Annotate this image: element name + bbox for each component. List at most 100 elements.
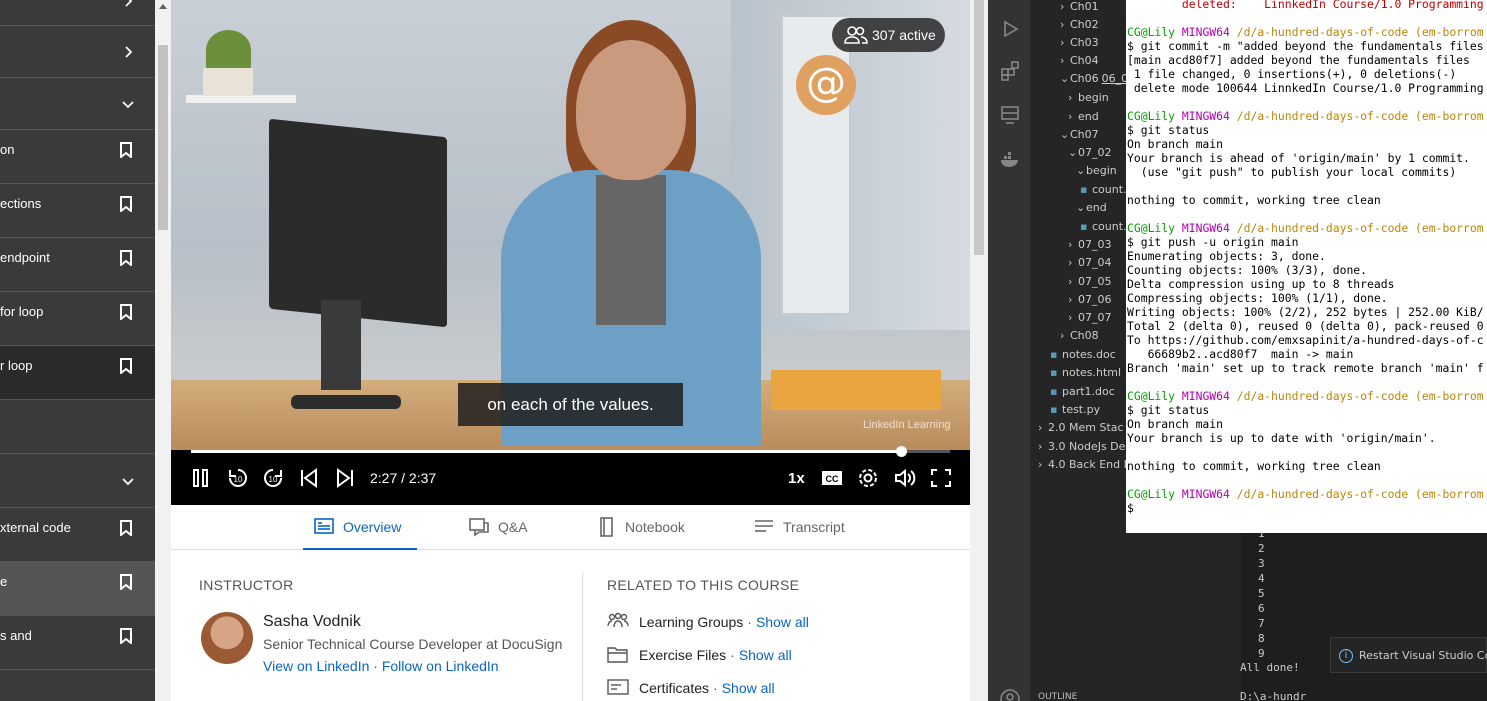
rewind-10-button[interactable]: 10 [226, 466, 250, 490]
video-player[interactable]: @ 307 active on each of the values. Link… [171, 0, 970, 505]
explorer-folder[interactable]: ⌄Ch06 06_0 [1060, 72, 1128, 90]
terminal-line: $ git status [1127, 403, 1210, 417]
settings-button[interactable] [857, 466, 879, 490]
show-all-link[interactable]: Show all [756, 614, 809, 630]
view-on-linkedin-link[interactable]: View on LinkedIn [263, 658, 369, 674]
restart-notification[interactable]: i Restart Visual Studio Code t [1330, 637, 1487, 673]
explorer-folder[interactable]: › 4.0 Back End D [1038, 458, 1132, 476]
fullscreen-button[interactable] [930, 466, 952, 490]
explorer-file[interactable]: ▪ notes.doc [1050, 348, 1116, 366]
video-orange-shelf [771, 370, 941, 410]
scroll-up-arrow-icon[interactable] [159, 4, 167, 9]
run-debug-icon[interactable] [999, 18, 1021, 40]
explorer-item-label: 07_04 [1078, 256, 1112, 269]
explorer-file[interactable]: ▪ test.py [1050, 403, 1100, 421]
explorer-folder[interactable]: › 2.0 Mem Stac [1038, 421, 1124, 439]
explorer-folder[interactable]: ⌄07_02 [1068, 146, 1112, 164]
toc-item[interactable]: s and [0, 616, 155, 670]
toc-item[interactable]: e [0, 562, 155, 616]
outline-section-header[interactable]: OUTLINE [1038, 692, 1077, 701]
toc-scrollbar-thumb[interactable] [158, 45, 168, 230]
explorer-folder[interactable]: › 07_04 [1068, 256, 1112, 274]
git-bash-terminal[interactable]: deleted: LinnkedIn Course/1.0 Programmin… [1126, 0, 1487, 533]
explorer-folder[interactable]: › Ch01 [1060, 0, 1099, 18]
previous-video-button[interactable] [299, 466, 319, 490]
tab-transcript[interactable]: Transcript [743, 517, 873, 550]
terminal-line: deleted: LinnkedIn Course/1.0 Programmin… [1127, 0, 1484, 11]
forward-10-button[interactable]: 10 [261, 466, 285, 490]
forward-icon: 10 [264, 469, 282, 487]
toc-item[interactable]: endpoint [0, 238, 155, 292]
bookmark-icon[interactable] [119, 142, 133, 158]
video-monitor-stand [321, 300, 361, 390]
instructor-avatar[interactable] [201, 612, 253, 664]
explorer-folder[interactable]: › 07_06 [1068, 293, 1112, 311]
toc-item[interactable] [0, 78, 155, 130]
pause-button[interactable] [191, 466, 211, 490]
toc-item[interactable] [0, 400, 155, 454]
account-icon[interactable] [999, 688, 1021, 701]
chevron-right-icon[interactable] [121, 0, 135, 8]
show-all-link[interactable]: Show all [739, 647, 792, 663]
explorer-folder[interactable]: › Ch03 [1060, 36, 1099, 54]
explorer-folder[interactable]: ⌄begin [1076, 164, 1117, 182]
video-progress-handle[interactable] [896, 446, 908, 457]
explorer-folder[interactable]: › 07_03 [1068, 238, 1112, 256]
explorer-folder[interactable]: › Ch04 [1060, 54, 1099, 72]
explorer-folder[interactable]: ⌄Ch07 [1060, 128, 1099, 146]
chevron-down-icon[interactable] [121, 474, 135, 488]
show-all-link[interactable]: Show all [722, 680, 775, 696]
follow-on-linkedin-link[interactable]: Follow on LinkedIn [382, 658, 499, 674]
explorer-file[interactable]: ▪ part1.doc [1050, 385, 1115, 403]
toc-item[interactable]: on [0, 130, 155, 184]
explorer-item-extra: 06_0 [1101, 72, 1129, 85]
page-scrollbar-thumb[interactable] [974, 0, 984, 255]
toc-item[interactable]: r loop [0, 346, 155, 400]
toc-item[interactable] [0, 0, 155, 26]
folder-icon [607, 647, 628, 663]
page-scrollbar[interactable] [970, 0, 988, 701]
explorer-folder[interactable]: ⌄end [1076, 201, 1107, 219]
bookmark-icon[interactable] [119, 628, 133, 644]
related-item-separator: · [747, 614, 752, 630]
bookmark-icon[interactable] [119, 196, 133, 212]
chevron-down-icon[interactable] [121, 97, 135, 111]
explorer-folder[interactable]: › 07_07 [1068, 311, 1112, 329]
video-at-sign-decor: @ [796, 55, 856, 115]
bookmark-icon[interactable] [119, 520, 133, 536]
explorer-folder[interactable]: › end [1068, 110, 1099, 128]
explorer-item-label: 3.0 NodeJs De [1048, 440, 1126, 453]
toc-item[interactable] [0, 26, 155, 78]
explorer-folder[interactable]: › Ch08 [1060, 329, 1099, 347]
volume-button[interactable] [893, 466, 917, 490]
active-viewers-badge[interactable]: 307 active [832, 18, 945, 52]
toc-item[interactable]: ections [0, 184, 155, 238]
docker-icon[interactable] [999, 148, 1021, 170]
explorer-file[interactable]: ▪ notes.html [1050, 366, 1121, 384]
link-separator: · [373, 658, 378, 674]
bookmark-icon[interactable] [119, 304, 133, 320]
tab-notebook[interactable]: Notebook [585, 517, 699, 550]
extensions-icon[interactable] [999, 60, 1021, 82]
bookmark-icon[interactable] [119, 574, 133, 590]
file-icon: ▪ [1050, 385, 1058, 398]
explorer-folder[interactable]: › Ch02 [1060, 18, 1099, 36]
chevron-right-icon[interactable] [121, 45, 135, 59]
remote-explorer-icon[interactable] [999, 104, 1021, 126]
tab-overview[interactable]: Overview [303, 517, 417, 550]
playback-speed-button[interactable]: 1x [788, 470, 805, 487]
video-presenter-head [576, 40, 686, 180]
toc-item[interactable]: for loop [0, 292, 155, 346]
next-video-button[interactable] [335, 466, 355, 490]
bookmark-icon[interactable] [119, 250, 133, 266]
toc-scrollbar[interactable] [155, 0, 171, 701]
explorer-folder[interactable]: › begin [1068, 91, 1109, 109]
toc-item[interactable]: xternal code [0, 508, 155, 562]
explorer-folder[interactable]: › 07_05 [1068, 275, 1112, 293]
tab-q-a[interactable]: Q&A [458, 517, 532, 550]
explorer-folder[interactable]: › 3.0 NodeJs De [1038, 440, 1125, 458]
toc-item[interactable] [0, 454, 155, 508]
captions-button[interactable]: CC [821, 466, 843, 490]
video-progress-bar[interactable] [191, 446, 950, 457]
bookmark-icon[interactable] [119, 358, 133, 374]
